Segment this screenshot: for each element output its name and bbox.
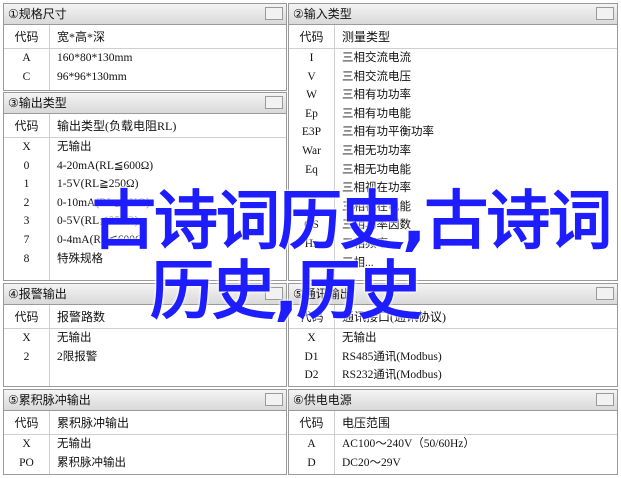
- panel-title: ⑤累积脉冲输出: [4, 390, 286, 411]
- collapse-box-icon: [596, 287, 614, 300]
- col-desc-header: 累积脉冲输出: [57, 416, 130, 430]
- panel-title: ①规格尺寸: [4, 4, 286, 25]
- table-row: A 160*80*130mm: [22, 52, 133, 64]
- table-row: A AC100～240V（50/60Hz）: [307, 438, 475, 450]
- watermark-line-2: 历史,历史: [150, 255, 422, 329]
- collapse-box-icon: [265, 393, 283, 406]
- col-code-header: 代码: [14, 119, 39, 133]
- panel-pulse-output: ⑤累积脉冲输出 代码 累积脉冲输出 X 无输出 PO 累积脉冲输出: [3, 389, 287, 475]
- col-desc-header: 输出类型(负载电阻RL): [57, 119, 177, 133]
- col-code-header: 代码: [14, 310, 39, 324]
- table-row: V 三相交流电压: [307, 70, 411, 83]
- col-desc-header: 电压范围: [342, 416, 391, 430]
- collapse-box-icon: [596, 7, 614, 20]
- panel-dimensions: ①规格尺寸 代码 宽*高*深 A 160*80*130mm C 96*96*130mm: [3, 3, 287, 91]
- table-row: I 三相交流电流: [309, 52, 411, 64]
- table-row: Ep 三相有功电能: [305, 107, 411, 120]
- collapse-box-icon: [265, 7, 283, 20]
- table-row: X 无输出: [22, 438, 92, 450]
- table-row: 2 2限报警: [23, 350, 98, 363]
- col-desc-header: 测量类型: [342, 30, 391, 44]
- table-row: D1 RS485通讯(Modbus): [304, 350, 442, 363]
- table-row: C 96*96*130mm: [22, 70, 127, 83]
- table-row: D2 RS232通讯(Modbus): [304, 369, 442, 382]
- panel-title: ②输入类型: [289, 4, 617, 25]
- table-row: W 三相有功功率: [306, 89, 411, 102]
- table-row: D DC20～29V: [307, 456, 401, 469]
- col-code-header: 代码: [299, 30, 324, 44]
- table-row: X 无输出: [22, 141, 92, 153]
- col-code-header: 代码: [299, 416, 324, 430]
- table-row: PO 累积脉冲输出: [19, 456, 126, 469]
- collapse-box-icon: [596, 393, 614, 406]
- col-code-header: 代码: [14, 30, 39, 44]
- table-row: War 三相无功功率: [302, 144, 411, 157]
- table-row: E3P 三相有功平衡功率: [301, 126, 434, 139]
- panel-title: ③输出类型: [4, 93, 286, 114]
- collapse-box-icon: [265, 96, 283, 109]
- col-code-header: 代码: [14, 416, 39, 430]
- panel-power-supply: ⑥供电电源 代码 电压范围 A AC100～240V（50/60Hz） D DC20～…: [288, 389, 618, 475]
- panel-title: ⑥供电电源: [289, 390, 617, 411]
- col-desc-header: 宽*高*深: [57, 30, 106, 44]
